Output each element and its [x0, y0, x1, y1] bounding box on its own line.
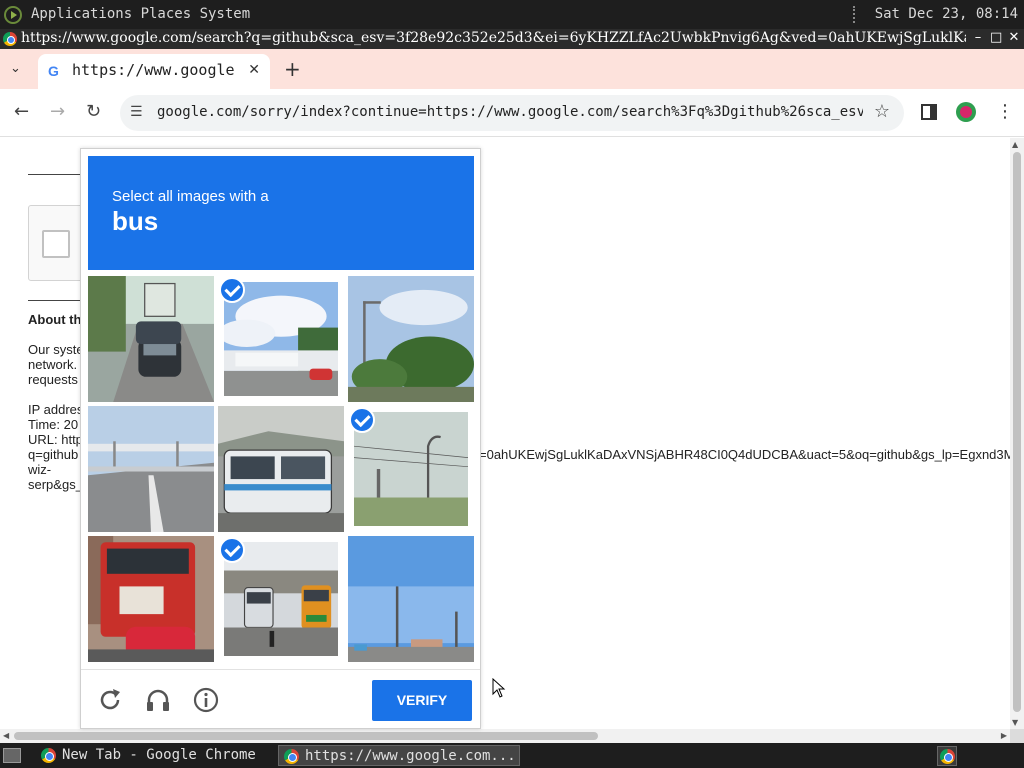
- divider: [28, 174, 80, 175]
- desktop-menus[interactable]: Applications Places System: [31, 6, 250, 22]
- captcha-challenge: Select all images with a bus VERIFY: [80, 148, 481, 729]
- scroll-corner: [1010, 729, 1024, 743]
- clock[interactable]: Sat Dec 23, 08:14: [875, 6, 1018, 22]
- taskbar-task-new-tab[interactable]: New Tab - Google Chrome: [36, 745, 274, 766]
- task-label: https://www.google.com...: [305, 748, 516, 764]
- captcha-tile[interactable]: [348, 406, 474, 532]
- info-icon[interactable]: [192, 686, 220, 714]
- task-label: New Tab - Google Chrome: [62, 747, 256, 763]
- captcha-tile[interactable]: [218, 276, 344, 402]
- meta-line: Time: 20: [28, 417, 79, 432]
- meta-line: IP address: [28, 402, 80, 417]
- profile-avatar[interactable]: [956, 102, 976, 122]
- tab-search-button[interactable]: ⌄: [10, 61, 21, 76]
- taskbar: New Tab - Google Chrome https://www.goog…: [0, 743, 1024, 768]
- about-paragraph: Our systems have detected unusual traffi…: [28, 342, 80, 387]
- vertical-scrollbar[interactable]: ▲ ▼: [1010, 138, 1024, 729]
- captcha-header: Select all images with a bus: [88, 156, 474, 270]
- chrome-icon: [3, 32, 17, 46]
- about-heading: About this page: [28, 312, 80, 327]
- mouse-cursor-icon: [492, 678, 506, 698]
- tile-image-red-bus-street: [88, 536, 214, 662]
- captcha-tile[interactable]: [88, 276, 214, 402]
- google-favicon-icon: G: [48, 63, 59, 79]
- meta-line: wiz-: [28, 462, 52, 477]
- horizontal-scroll-thumb[interactable]: [14, 732, 598, 740]
- tile-image-highway: [88, 406, 214, 532]
- tile-selected-check-icon: [219, 537, 245, 563]
- chrome-icon: [41, 748, 56, 763]
- tile-image-sky-pole: [348, 536, 474, 662]
- captcha-image-grid: [88, 276, 474, 662]
- scroll-down-icon[interactable]: ▼: [1012, 718, 1018, 727]
- new-tab-button[interactable]: +: [284, 57, 301, 81]
- window-title: https://www.google.com/search?q=github&s…: [21, 30, 971, 46]
- captcha-instruction: Select all images with a: [112, 188, 269, 205]
- back-button[interactable]: ←: [14, 101, 29, 122]
- paragraph-line: network.: [28, 357, 78, 372]
- tile-image-trees-streetlight: [348, 276, 474, 402]
- captcha-tile[interactable]: [88, 406, 214, 532]
- window-controls: – □ ✕: [966, 30, 1020, 45]
- tab-active[interactable]: G https://www.google.com ✕: [38, 54, 270, 89]
- captcha-tile[interactable]: [88, 536, 214, 662]
- captcha-target: bus: [112, 206, 159, 236]
- recaptcha-checkbox[interactable]: [42, 230, 70, 258]
- reload-button[interactable]: ↻: [86, 101, 101, 122]
- distro-logo-icon[interactable]: [4, 6, 22, 24]
- captcha-tile[interactable]: [348, 276, 474, 402]
- site-info-icon[interactable]: ☰: [130, 104, 143, 120]
- captcha-tile[interactable]: [348, 536, 474, 662]
- divider: [28, 300, 80, 301]
- chrome-icon: [940, 749, 955, 764]
- captcha-tile[interactable]: [218, 406, 344, 532]
- tile-selected-check-icon: [219, 277, 245, 303]
- bookmark-star-icon[interactable]: ☆: [874, 101, 890, 122]
- paragraph-line: requests: [28, 372, 78, 387]
- tab-title: https://www.google.com: [72, 61, 236, 79]
- window-titlebar: https://www.google.com/search?q=github&s…: [0, 29, 1024, 49]
- vertical-scroll-thumb[interactable]: [1013, 152, 1021, 712]
- recaptcha-widget: [28, 205, 88, 281]
- tab-strip: ⌄ G https://www.google.com ✕ +: [0, 49, 1024, 89]
- tile-image-road-cars: [88, 276, 214, 402]
- close-window-button[interactable]: ✕: [1008, 30, 1020, 45]
- address-text[interactable]: google.com/sorry/index?continue=https://…: [157, 104, 863, 120]
- tray-chrome[interactable]: [937, 746, 957, 766]
- tile-image-bus-rear: [218, 406, 344, 532]
- maximize-button[interactable]: □: [990, 30, 1002, 45]
- audio-challenge-icon[interactable]: [144, 686, 172, 714]
- show-desktop-icon[interactable]: [3, 748, 21, 763]
- scroll-left-icon[interactable]: ◀: [3, 731, 9, 740]
- captcha-tile[interactable]: [218, 536, 344, 662]
- meta-line: serp&gs_: [28, 477, 80, 492]
- taskbar-task-google[interactable]: https://www.google.com...: [278, 745, 520, 766]
- request-url-tail: =0ahUKEwjSgLuklKaDAxVNSjABHR48CI0Q4dUDCB…: [479, 447, 1010, 462]
- side-panel-icon[interactable]: [921, 104, 937, 120]
- scroll-right-icon[interactable]: ▶: [1001, 731, 1007, 740]
- horizontal-scrollbar[interactable]: ◀ ▶: [0, 729, 1010, 743]
- meta-line: q=github: [28, 447, 79, 462]
- meta-line: URL: https: [28, 432, 80, 447]
- captcha-footer: VERIFY: [81, 669, 480, 728]
- browser-toolbar: ← → ↻ ☰ google.com/sorry/index?continue=…: [0, 89, 1024, 137]
- panel-grip: [853, 6, 857, 23]
- request-info: IP address Time: 20 URL: https q=github …: [28, 402, 80, 492]
- chrome-icon: [284, 749, 299, 764]
- menu-kebab-icon[interactable]: ⋮: [996, 101, 1014, 122]
- forward-button[interactable]: →: [50, 101, 65, 122]
- tab-close-icon[interactable]: ✕: [248, 62, 260, 78]
- paragraph-line: Our systems have detected unusual traffi…: [28, 342, 80, 357]
- desktop-top-panel: Applications Places System Sat Dec 23, 0…: [0, 0, 1024, 29]
- address-bar[interactable]: ☰ google.com/sorry/index?continue=https:…: [120, 95, 904, 131]
- verify-button[interactable]: VERIFY: [372, 680, 472, 721]
- reload-challenge-icon[interactable]: [96, 686, 124, 714]
- minimize-button[interactable]: –: [972, 30, 984, 45]
- tile-selected-check-icon: [349, 407, 375, 433]
- scroll-up-icon[interactable]: ▲: [1012, 140, 1018, 149]
